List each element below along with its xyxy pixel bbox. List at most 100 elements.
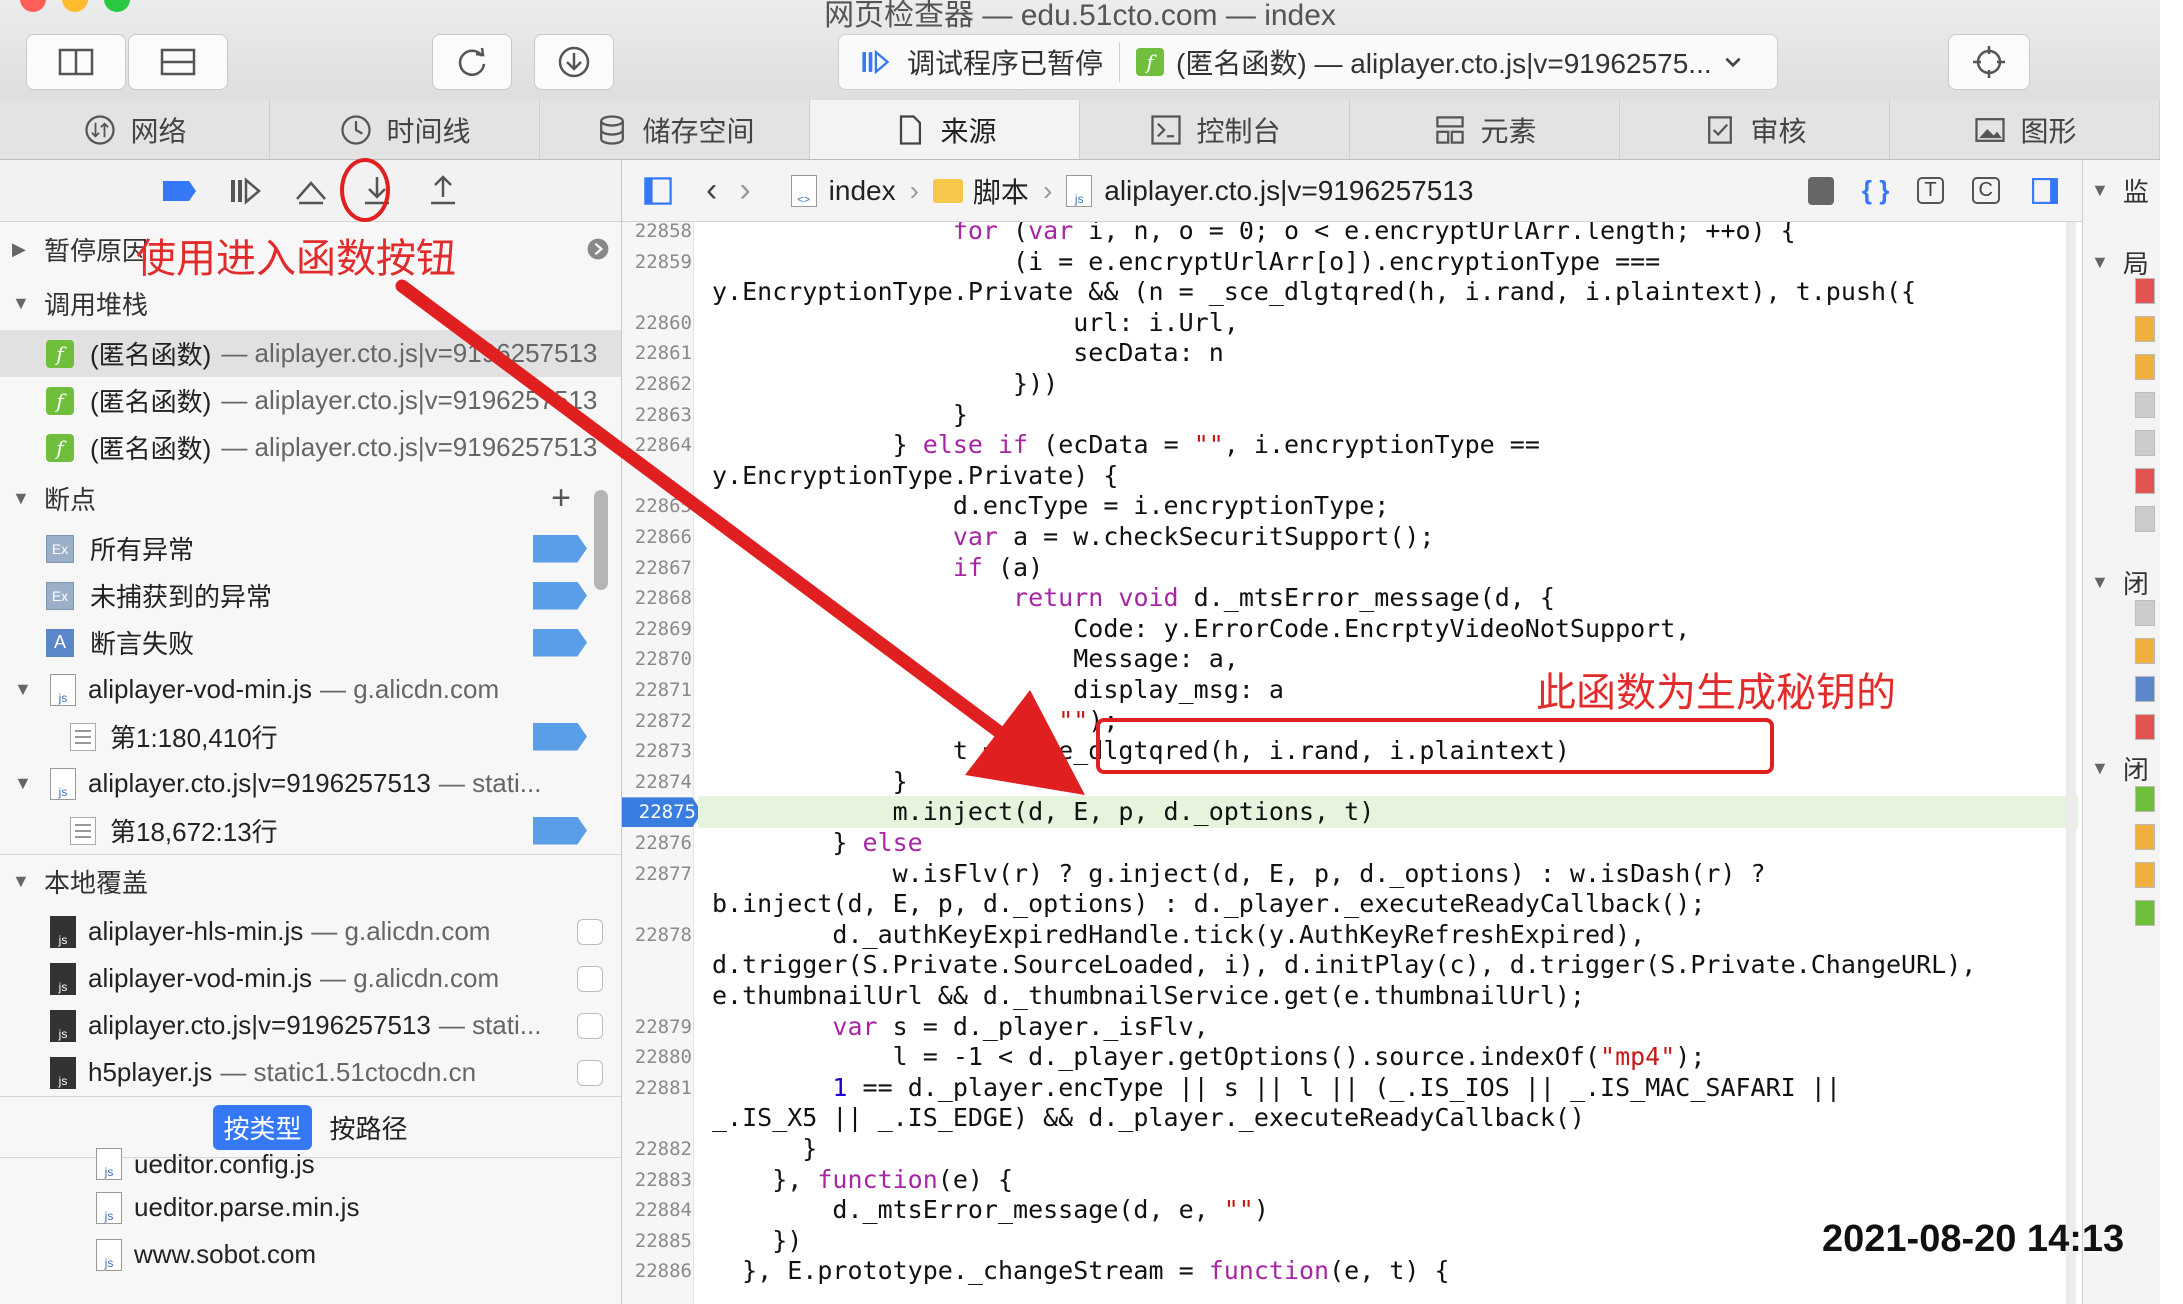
- override-item[interactable]: js h5player.js — static1.51ctocdn.cn: [0, 1049, 621, 1096]
- breakpoint-flag-icon[interactable]: [533, 722, 587, 751]
- line-number[interactable]: 22878: [622, 924, 692, 946]
- section-local-overrides[interactable]: ▼ 本地覆盖: [0, 854, 621, 908]
- section-closure[interactable]: ▼ 闭: [2091, 564, 2149, 601]
- override-item[interactable]: js aliplayer.cto.js|v=9196257513 — stati…: [0, 1002, 621, 1049]
- call-stack-frame[interactable]: f (匿名函数) — aliplayer.cto.js|v=9196257513: [0, 424, 621, 471]
- line-number[interactable]: 22858: [622, 222, 692, 242]
- tab-sources[interactable]: 来源: [810, 100, 1080, 159]
- filter-by-path-button[interactable]: 按路径: [330, 1109, 408, 1146]
- breakpoint-assertion-failures[interactable]: A 断言失败: [0, 619, 621, 666]
- details-sidebar-toggle-icon[interactable]: [2028, 174, 2062, 208]
- line-number[interactable]: 22859: [622, 251, 692, 273]
- section-closure[interactable]: ▼ 闭: [2091, 750, 2149, 787]
- line-number[interactable]: 22873: [622, 740, 692, 762]
- filter-by-type-button[interactable]: 按类型: [213, 1104, 312, 1150]
- override-checkbox[interactable]: [577, 918, 603, 945]
- local-override-icon[interactable]: [1807, 176, 1834, 205]
- override-checkbox[interactable]: [577, 1012, 603, 1039]
- type-profiler-icon[interactable]: T: [1917, 177, 1944, 204]
- section-local[interactable]: ▼ 局: [2091, 244, 2149, 281]
- breakpoint-line[interactable]: 第18,672:13行: [0, 807, 621, 854]
- line-number[interactable]: 22884: [622, 1199, 692, 1221]
- line-number[interactable]: 22886: [622, 1260, 692, 1282]
- resource-item[interactable]: js ueditor.parse.min.js: [0, 1184, 621, 1231]
- disclosure-down-icon[interactable]: ▼: [14, 773, 34, 794]
- line-number[interactable]: 22885: [622, 1230, 692, 1252]
- resource-item[interactable]: js www.sobot.com: [0, 1231, 621, 1278]
- override-item[interactable]: js aliplayer-vod-min.js — g.alicdn.com: [0, 955, 621, 1002]
- tab-audit[interactable]: 审核: [1620, 100, 1890, 159]
- breadcrumb-folder[interactable]: 脚本: [973, 171, 1029, 211]
- tab-timelines[interactable]: 时间线: [270, 100, 540, 159]
- line-number[interactable]: 22862: [622, 373, 692, 395]
- tab-console[interactable]: 控制台: [1080, 100, 1350, 159]
- breadcrumb-file[interactable]: aliplayer.cto.js|v=9196257513: [1104, 175, 1473, 207]
- override-checkbox[interactable]: [577, 1059, 603, 1086]
- element-picker-button[interactable]: [1948, 34, 2030, 90]
- line-number[interactable]: 22876: [622, 832, 692, 854]
- line-number[interactable]: 22869: [622, 618, 692, 640]
- disclosure-down-icon[interactable]: ▼: [12, 488, 32, 509]
- section-call-stack[interactable]: ▼ 调用堆栈: [0, 276, 621, 330]
- pretty-print-icon[interactable]: { }: [1862, 175, 1889, 206]
- call-stack-frame[interactable]: f (匿名函数) — aliplayer.cto.js|v=9196257513: [0, 330, 621, 377]
- breakpoint-flag-icon[interactable]: [533, 581, 587, 610]
- tab-storage[interactable]: 储存空间: [540, 100, 810, 159]
- step-over-icon[interactable]: [291, 171, 331, 211]
- line-number[interactable]: 22879: [622, 1016, 692, 1038]
- navigator-toggle-icon[interactable]: [640, 173, 676, 209]
- add-breakpoint-icon[interactable]: +: [551, 479, 571, 518]
- disclosure-down-icon[interactable]: ▼: [14, 679, 34, 700]
- line-number[interactable]: 22866: [622, 526, 692, 548]
- line-number[interactable]: 22870: [622, 648, 692, 670]
- back-icon[interactable]: ‹: [706, 171, 717, 210]
- line-number[interactable]: 22882: [622, 1138, 692, 1160]
- breakpoint-file[interactable]: ▼ js aliplayer.cto.js|v=9196257513 — sta…: [0, 760, 621, 807]
- code-coverage-icon[interactable]: C: [1971, 177, 2000, 204]
- tab-elements[interactable]: 元素: [1350, 100, 1620, 159]
- call-stack-frame[interactable]: f (匿名函数) — aliplayer.cto.js|v=9196257513: [0, 377, 621, 424]
- disclosure-right-icon[interactable]: ▶: [12, 239, 32, 260]
- dock-side-button[interactable]: [26, 34, 126, 90]
- breakpoint-flag-icon[interactable]: [533, 534, 587, 563]
- editor-scrollbar[interactable]: [2066, 222, 2076, 1304]
- chevron-down-icon[interactable]: [1722, 51, 1744, 73]
- current-line-number[interactable]: 22875: [622, 797, 702, 828]
- line-number-gutter[interactable]: 22858 22859 22860 22861 22862 22863 22864 22865…: [622, 222, 702, 1304]
- breakpoint-line[interactable]: 第1:180,410行: [0, 713, 621, 760]
- breakpoint-flag-icon[interactable]: [533, 628, 587, 657]
- override-checkbox[interactable]: [577, 965, 603, 992]
- breakpoint-file[interactable]: ▼ js aliplayer-vod-min.js — g.alicdn.com: [0, 666, 621, 713]
- sidebar-scrollbar[interactable]: [594, 490, 608, 590]
- disclosure-down-icon[interactable]: ▼: [12, 871, 32, 892]
- line-number[interactable]: 22864: [622, 434, 692, 456]
- breakpoint-flag-icon[interactable]: [533, 816, 587, 845]
- line-number[interactable]: 22871: [622, 679, 692, 701]
- breakpoint-all-exceptions[interactable]: Ex 所有异常: [0, 525, 621, 572]
- override-item[interactable]: js aliplayer-hls-min.js — g.alicdn.com: [0, 908, 621, 955]
- section-breakpoints[interactable]: ▼ 断点 +: [0, 471, 621, 525]
- line-number[interactable]: 22860: [622, 312, 692, 334]
- line-number[interactable]: 22861: [622, 342, 692, 364]
- section-watch[interactable]: ▼ 监: [2091, 172, 2149, 209]
- line-number[interactable]: 22867: [622, 557, 692, 579]
- line-number[interactable]: 22863: [622, 404, 692, 426]
- line-number[interactable]: 22880: [622, 1046, 692, 1068]
- breakpoints-toggle-icon[interactable]: [159, 171, 199, 211]
- line-number[interactable]: 22883: [622, 1169, 692, 1191]
- tab-graphics[interactable]: 图形: [1890, 100, 2160, 159]
- step-out-icon[interactable]: [423, 171, 463, 211]
- line-number[interactable]: 22874: [622, 771, 692, 793]
- continue-icon[interactable]: [225, 171, 265, 211]
- breakpoint-uncaught-exceptions[interactable]: Ex 未捕获到的异常: [0, 572, 621, 619]
- dock-bottom-button[interactable]: [128, 34, 228, 90]
- resource-item[interactable]: js ueditor.config.js: [0, 1144, 621, 1184]
- line-number[interactable]: 22881: [622, 1077, 692, 1099]
- forward-icon[interactable]: ›: [739, 171, 750, 210]
- download-button[interactable]: [534, 34, 614, 90]
- line-number[interactable]: 22865: [622, 495, 692, 517]
- breadcrumb-index[interactable]: index: [829, 175, 896, 207]
- reload-button[interactable]: [432, 34, 512, 90]
- tab-network[interactable]: 网络: [0, 100, 270, 159]
- active-frame-select[interactable]: (匿名函数) — aliplayer.cto.js|v=91962575...: [1176, 42, 1712, 82]
